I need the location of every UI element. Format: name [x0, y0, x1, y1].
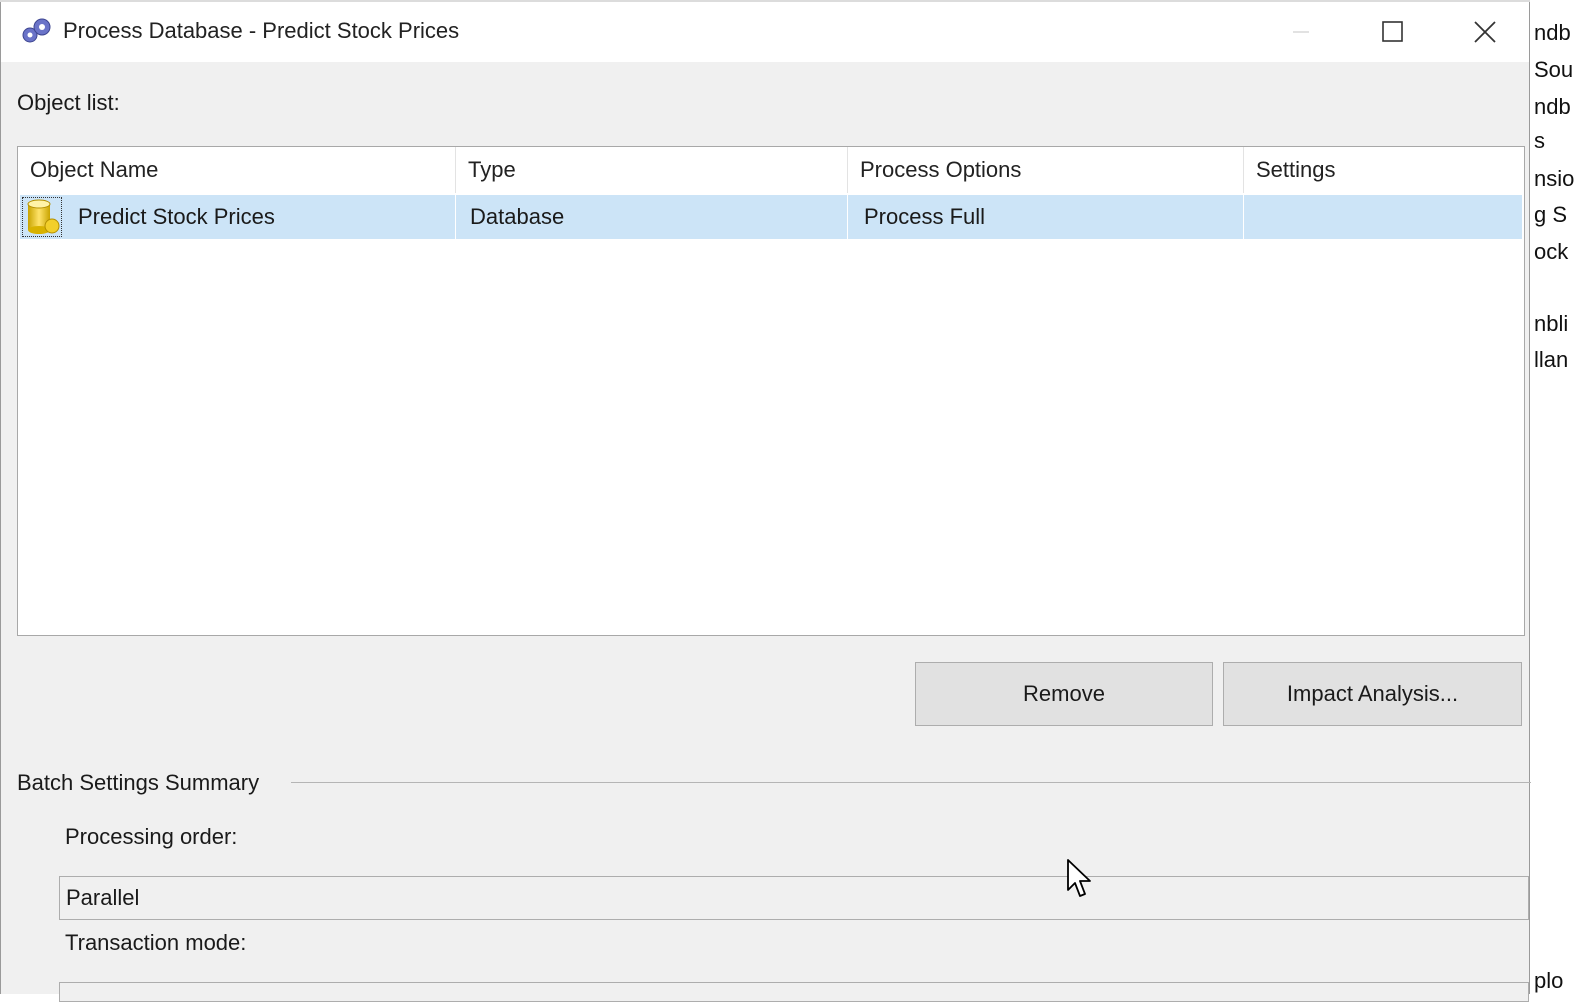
- maximize-button[interactable]: [1347, 2, 1439, 62]
- column-header-type[interactable]: Type: [456, 147, 848, 193]
- group-divider: [291, 782, 1531, 783]
- background-text: ndb: [1534, 20, 1571, 45]
- object-list[interactable]: Object Name Type Process Options Setting…: [17, 146, 1525, 636]
- process-gears-icon: [22, 18, 51, 43]
- minimize-icon: [1293, 31, 1309, 33]
- close-button[interactable]: [1439, 2, 1531, 62]
- table-row[interactable]: Predict Stock Prices Database Process Fu…: [20, 195, 1522, 239]
- processing-order-label: Processing order:: [65, 824, 238, 849]
- impact-analysis-button[interactable]: Impact Analysis...: [1223, 662, 1522, 726]
- process-options-cell[interactable]: Process Full: [848, 195, 1244, 239]
- remove-button[interactable]: Remove: [915, 662, 1213, 726]
- background-text: ndb: [1534, 94, 1571, 119]
- object-name-cell[interactable]: Predict Stock Prices: [20, 195, 456, 239]
- mouse-pointer-icon: [1067, 859, 1091, 897]
- background-text: llan: [1534, 347, 1569, 372]
- processing-order-field[interactable]: Parallel: [59, 876, 1529, 920]
- database-icon: [22, 197, 62, 237]
- column-header-settings[interactable]: Settings: [1244, 147, 1526, 193]
- minimize-button[interactable]: [1255, 2, 1347, 62]
- batch-settings-group-title: Batch Settings Summary: [17, 770, 260, 795]
- background-window: ndb Sou ndb s nsio g S ock nbli llan plo: [1530, 0, 1576, 994]
- settings-cell[interactable]: [1244, 195, 1522, 239]
- process-database-dialog: Process Database - Predict Stock Prices …: [0, 2, 1531, 1002]
- background-text: s: [1534, 128, 1545, 153]
- background-text: g S: [1534, 202, 1568, 227]
- object-name-text: Predict Stock Prices: [78, 204, 275, 229]
- background-text: nsio: [1534, 166, 1575, 191]
- title-bar[interactable]: Process Database - Predict Stock Prices: [1, 2, 1529, 62]
- background-text: ock: [1534, 239, 1569, 264]
- background-text: plo: [1534, 968, 1564, 993]
- close-icon: [1474, 21, 1496, 43]
- column-header-process-options[interactable]: Process Options: [848, 147, 1244, 193]
- column-header-object-name[interactable]: Object Name: [18, 147, 456, 193]
- transaction-mode-label: Transaction mode:: [65, 930, 247, 955]
- window-title: Process Database - Predict Stock Prices: [63, 18, 460, 43]
- maximize-icon: [1382, 21, 1403, 42]
- background-text: Sou: [1534, 57, 1574, 82]
- background-text: nbli: [1534, 311, 1569, 336]
- object-list-header: Object Name Type Process Options Setting…: [18, 147, 1524, 193]
- type-cell: Database: [456, 195, 848, 239]
- object-list-label: Object list:: [17, 90, 120, 115]
- transaction-mode-field[interactable]: [59, 982, 1529, 1002]
